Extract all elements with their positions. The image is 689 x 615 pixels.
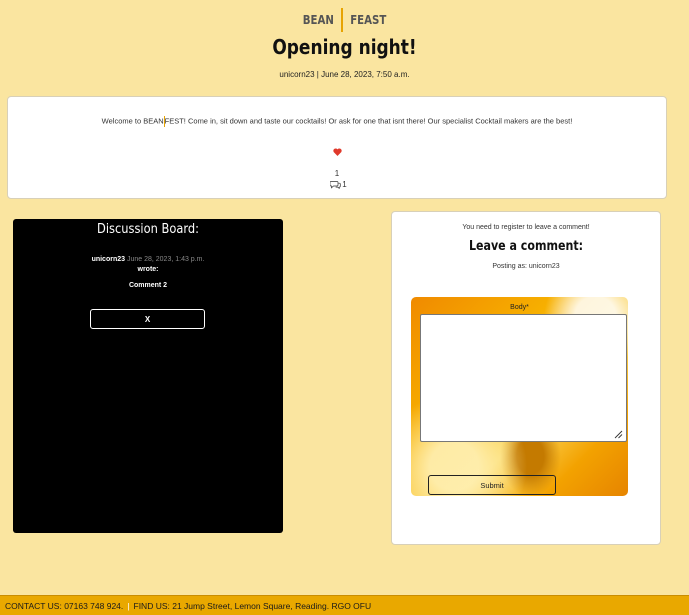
comment-text: Comment 2: [128, 282, 168, 289]
comment-icon: [330, 181, 341, 189]
comment-header: unicorn23 June 28, 2023, 1:43 p.m.: [13, 256, 283, 263]
comment-count-value: 1: [342, 180, 347, 189]
post-card: Welcome to BEANFEST! Come in, sit down a…: [7, 96, 667, 199]
post-body-start: Welcome to BEAN: [101, 116, 164, 126]
footer-contact: CONTACT US: 07163 748 924.: [5, 600, 124, 611]
comment-form-card: You need to register to leave a comment!…: [391, 211, 661, 545]
comment-form: Body* Submit: [411, 297, 628, 496]
footer: CONTACT US: 07163 748 924. | FIND US: 21…: [0, 595, 689, 615]
discussion-heading: Discussion Board:: [97, 222, 199, 237]
comment-date: June 28, 2023, 1:43 p.m.: [126, 256, 205, 263]
footer-divider: |: [127, 600, 130, 611]
delete-comment-button[interactable]: X: [90, 309, 205, 329]
brand-left: BEAN: [302, 13, 334, 27]
discussion-board: Discussion Board: unicorn23 June 28, 202…: [13, 219, 283, 533]
post-body: Welcome to BEANFEST! Come in, sit down a…: [8, 116, 666, 127]
like-button[interactable]: [331, 146, 343, 158]
brand-divider: [340, 8, 343, 32]
body-textarea[interactable]: [420, 314, 627, 442]
submit-button[interactable]: Submit: [428, 475, 556, 495]
leave-comment-heading: Leave a comment:: [468, 239, 584, 254]
resize-grip-icon[interactable]: [613, 429, 623, 439]
comment-wrote-label: wrote:: [137, 266, 159, 273]
body-label: Body*: [510, 304, 529, 311]
brand-right: FEAST: [349, 13, 386, 27]
like-count: 1: [334, 169, 340, 178]
post-body-end: FEST! Come in, sit down and taste our co…: [164, 116, 573, 126]
heart-icon: [332, 148, 342, 156]
register-note: You need to register to leave a comment!: [462, 224, 590, 231]
comment-count: 1: [8, 180, 666, 189]
post-meta: unicorn23 | June 28, 2023, 7:50 a.m.: [279, 70, 410, 79]
post-title: Opening night!: [272, 35, 417, 59]
posting-as: Posting as: unicorn23: [492, 263, 560, 270]
footer-find-us: FIND US: 21 Jump Street, Lemon Square, R…: [133, 600, 372, 611]
site-logo[interactable]: BEAN FEAST: [0, 8, 689, 32]
comment-author: unicorn23: [91, 256, 126, 263]
